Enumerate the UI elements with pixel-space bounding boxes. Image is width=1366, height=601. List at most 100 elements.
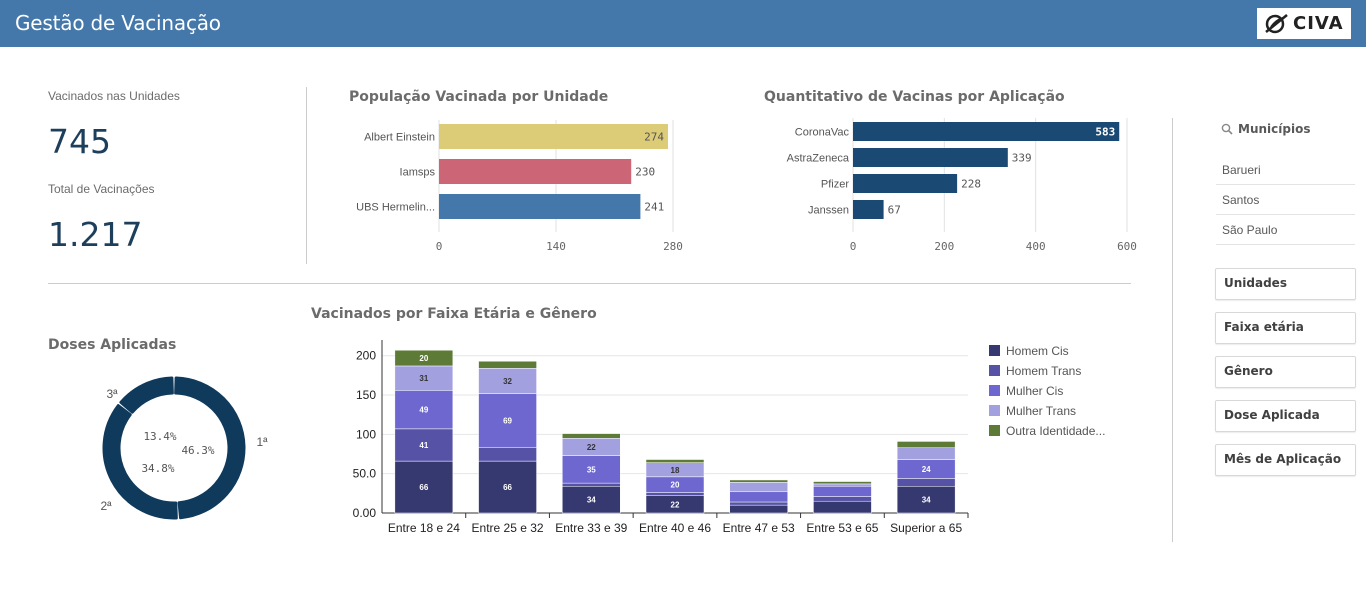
stacked-bar-segment <box>478 360 537 369</box>
data-label: 274 <box>644 131 664 144</box>
stacked-bar-segment <box>729 501 788 506</box>
legend-swatch <box>989 365 1000 376</box>
stacked-bar-segment <box>813 500 872 514</box>
stacked-bar-segment <box>729 479 788 483</box>
bar <box>853 122 1120 141</box>
faixa-etaria-filter-button[interactable]: Faixa etária <box>1215 312 1356 344</box>
data-label: 66 <box>503 483 512 492</box>
bar <box>853 174 958 193</box>
stacked-bar-segment <box>729 491 788 503</box>
x-tick-label: Entre 18 e 24 <box>388 521 460 535</box>
faixa-chart-title: Vacinados por Faixa Etária e Gênero <box>311 306 597 322</box>
x-tick-label: Entre 33 e 39 <box>555 521 627 535</box>
stacked-bar-segment <box>813 496 872 502</box>
search-icon[interactable] <box>1221 123 1233 135</box>
app-title: Gestão de Vacinação <box>15 11 221 35</box>
vacinas-bar-chart[interactable]: 0 200 400 600 CoronaVac 583 AstraZeneca 339 Pfiz… <box>760 112 1140 262</box>
bar <box>439 159 632 184</box>
data-label: 241 <box>644 201 664 214</box>
divider <box>1172 118 1173 542</box>
data-label: 67 <box>888 204 901 217</box>
data-label: 34 <box>922 496 931 505</box>
x-tick-label: Entre 47 e 53 <box>723 521 795 535</box>
stacked-bar-segment <box>478 447 537 462</box>
x-tick-label: Superior a 65 <box>890 521 962 535</box>
legend-swatch <box>989 405 1000 416</box>
stacked-bar-segment <box>813 486 872 497</box>
data-label: 22 <box>671 500 680 509</box>
category-label: Iamsps <box>400 167 436 179</box>
data-label: 24 <box>922 465 931 474</box>
stacked-bar-segment <box>562 482 621 487</box>
data-label: 31 <box>419 374 428 383</box>
x-tick-label: 200 <box>934 240 954 253</box>
data-label: 35 <box>587 465 596 474</box>
data-label: 339 <box>1012 152 1032 165</box>
category-label: Janssen <box>808 205 849 217</box>
x-tick-label: 140 <box>546 240 566 253</box>
data-label: 22 <box>587 443 596 452</box>
genero-filter-button[interactable]: Gênero <box>1215 356 1356 388</box>
logo-text: CIVA <box>1293 13 1344 34</box>
data-label: 32 <box>503 377 512 386</box>
y-tick-label: 100 <box>356 427 376 441</box>
bar <box>439 124 668 149</box>
total-vaccinations-label: Total de Vacinações <box>48 182 155 196</box>
filter-item-sao-paulo[interactable]: São Paulo <box>1216 215 1355 245</box>
x-tick-label: Entre 53 e 65 <box>806 521 878 535</box>
unidades-chart-title: População Vacinada por Unidade <box>349 89 609 105</box>
category-label: Albert Einstein <box>364 132 435 144</box>
slice-percent-label: 34.8% <box>141 462 174 475</box>
x-tick-label: 600 <box>1117 240 1137 253</box>
unidades-bar-chart[interactable]: 0 140 280 Albert Einstein 274 Iamsps 230 UBS He… <box>330 112 690 262</box>
legend-swatch <box>989 345 1000 356</box>
doses-chart-title: Doses Aplicadas <box>48 337 177 353</box>
bar <box>853 148 1008 167</box>
vacinas-chart-title: Quantitativo de Vacinas por Aplicação <box>764 89 1065 105</box>
y-tick-label: 0.00 <box>353 506 377 520</box>
y-tick-label: 150 <box>356 388 376 402</box>
legend-label: Outra Identidade... <box>1006 424 1105 438</box>
total-vaccinations-value: 1.217 <box>48 215 143 254</box>
legend-label: Mulher Trans <box>1006 404 1076 418</box>
legend-label: Homem Cis <box>1006 344 1069 358</box>
category-label: AstraZeneca <box>787 153 850 165</box>
bar <box>439 194 641 219</box>
x-tick-label: 0 <box>436 240 443 253</box>
legend-swatch <box>989 425 1000 436</box>
category-label: UBS Hermelin... <box>356 202 435 214</box>
civa-logo-icon <box>1265 14 1288 34</box>
filter-item-barueri[interactable]: Barueri <box>1216 155 1355 185</box>
stacked-bar-segment <box>896 447 956 460</box>
data-label: 230 <box>635 166 655 179</box>
category-label: Pfizer <box>821 179 849 191</box>
slice-percent-label: 13.4% <box>143 430 176 443</box>
stacked-bar-segment <box>562 433 621 439</box>
data-label: 18 <box>671 466 680 475</box>
legend-label: Homem Trans <box>1006 364 1081 378</box>
vaccinated-value: 745 <box>48 122 111 161</box>
category-label: CoronaVac <box>795 127 850 139</box>
faixa-stacked-chart[interactable]: 0.00 50.0 100 150 200 Entre 18 e 24 66 41 49 31 20… <box>340 335 1140 545</box>
slice-percent-label: 46.3% <box>181 444 214 457</box>
x-tick-label: Entre 25 e 32 <box>472 521 544 535</box>
unidades-filter-button[interactable]: Unidades <box>1215 268 1356 300</box>
x-tick-label: 280 <box>663 240 683 253</box>
legend-swatch <box>989 385 1000 396</box>
dose-aplicada-filter-button[interactable]: Dose Aplicada <box>1215 400 1356 432</box>
donut-slice <box>119 376 174 414</box>
civa-logo: CIVA <box>1257 8 1351 39</box>
data-label: 66 <box>419 483 428 492</box>
data-label: 34 <box>587 496 596 505</box>
vaccinated-label: Vacinados nas Unidades <box>48 89 180 103</box>
data-label: 41 <box>419 441 428 450</box>
x-tick-label: 0 <box>850 240 857 253</box>
legend-label: Mulher Cis <box>1006 384 1063 398</box>
y-tick-label: 200 <box>356 349 376 363</box>
bar <box>853 200 884 219</box>
x-tick-label: 400 <box>1026 240 1046 253</box>
filter-item-santos[interactable]: Santos <box>1216 185 1355 215</box>
stacked-bar-segment <box>645 492 705 496</box>
mes-aplicacao-filter-button[interactable]: Mês de Aplicação <box>1215 444 1356 476</box>
doses-donut-chart[interactable]: 1ª 46.3% 2ª 34.8% 3ª 13.4% <box>90 372 290 522</box>
